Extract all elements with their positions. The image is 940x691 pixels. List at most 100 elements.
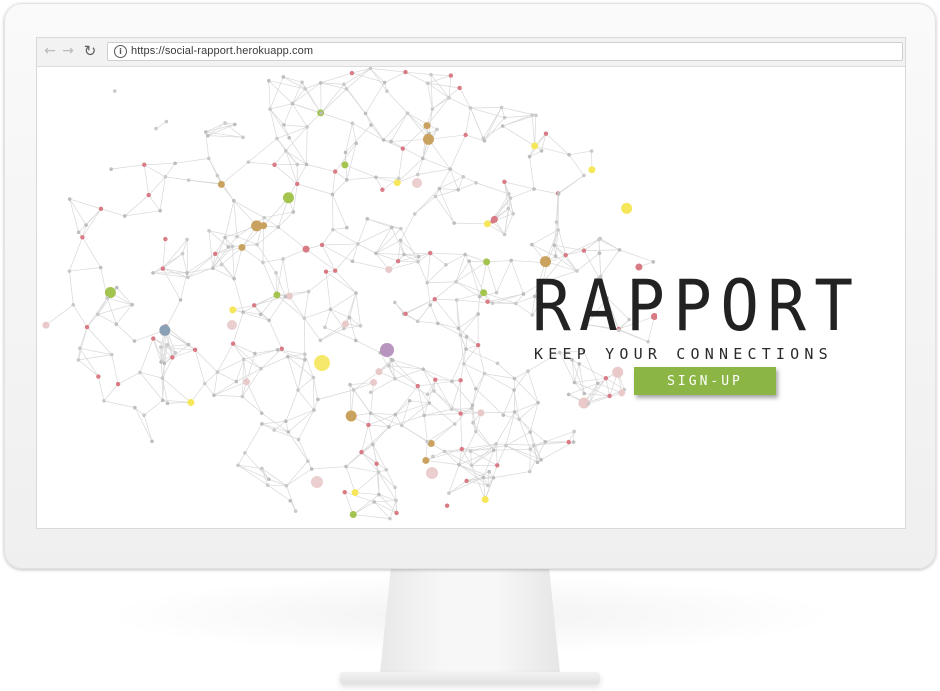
network-edge	[448, 480, 467, 494]
network-node	[444, 503, 450, 508]
network-node	[345, 225, 349, 230]
network-edge	[365, 113, 372, 126]
network-node	[185, 271, 189, 275]
network-edge	[320, 84, 345, 114]
network-edge	[449, 134, 466, 170]
network-node	[186, 178, 191, 182]
network-node	[442, 449, 447, 454]
network-edge	[434, 298, 457, 301]
network-edge	[353, 494, 380, 515]
network-edge	[496, 445, 507, 466]
network-edge	[276, 126, 308, 139]
forward-arrow-icon[interactable]: →	[59, 42, 77, 60]
network-node	[223, 121, 227, 125]
network-node	[530, 113, 534, 117]
network-node	[428, 250, 433, 256]
network-node	[283, 149, 288, 153]
network-edge	[268, 80, 271, 110]
network-node	[109, 352, 114, 357]
network-edge	[236, 236, 258, 245]
network-node	[241, 357, 246, 362]
network-hub-node	[311, 476, 323, 488]
network-node	[502, 232, 507, 237]
network-edge	[435, 379, 461, 381]
network-node	[243, 451, 247, 455]
network-node	[399, 423, 404, 428]
network-edge	[324, 326, 356, 341]
network-node	[295, 162, 300, 167]
browser-toolbar: ← → ↻ i https://social-rapport.herokuapp…	[37, 38, 905, 67]
network-edge	[332, 179, 348, 195]
network-node	[282, 192, 294, 204]
network-edge	[470, 107, 485, 142]
network-node	[260, 422, 264, 426]
network-node	[475, 342, 481, 348]
network-node	[255, 242, 259, 247]
network-node	[387, 363, 391, 368]
network-edge	[212, 267, 235, 280]
network-node	[368, 390, 373, 395]
network-edge	[352, 123, 357, 144]
network-node	[170, 355, 175, 360]
network-edge	[352, 243, 359, 262]
network-edge	[86, 314, 99, 328]
network-edge	[465, 107, 471, 135]
network-edge	[345, 466, 356, 493]
network-edge	[402, 125, 428, 149]
network-edge	[372, 426, 390, 445]
network-edge	[355, 492, 379, 495]
signup-button[interactable]: SIGN-UP	[634, 367, 776, 395]
network-node	[186, 275, 190, 280]
network-node	[268, 107, 272, 111]
network-edge	[429, 304, 439, 324]
network-node	[102, 399, 106, 403]
network-edge	[116, 287, 133, 305]
network-node	[435, 127, 439, 132]
network-node	[447, 491, 451, 495]
network-edge	[107, 297, 133, 306]
network-node	[536, 400, 540, 405]
network-node	[384, 467, 389, 472]
network-edge	[365, 113, 384, 141]
network-node	[293, 509, 298, 513]
network-edge	[455, 260, 470, 282]
network-node	[422, 456, 430, 464]
network-node	[290, 101, 295, 106]
network-edge	[286, 485, 296, 512]
network-node	[115, 381, 121, 387]
back-arrow-icon[interactable]: ←	[41, 42, 59, 60]
network-edge	[493, 448, 531, 451]
network-edge	[232, 246, 235, 279]
network-edge	[262, 262, 278, 296]
network-node	[266, 78, 271, 83]
network-edge	[417, 261, 428, 283]
network-node	[502, 115, 507, 120]
network-node	[303, 86, 307, 91]
network-node	[507, 192, 511, 196]
network-node	[241, 310, 245, 314]
network-edge	[529, 156, 535, 190]
network-edge	[343, 68, 371, 85]
network-node	[349, 70, 355, 76]
network-edge	[69, 198, 87, 226]
network-node	[207, 229, 211, 233]
network-node	[275, 347, 280, 352]
network-edge	[97, 304, 133, 315]
network-edge	[368, 424, 374, 445]
network-node	[295, 181, 300, 187]
network-node	[231, 198, 236, 203]
network-node	[393, 412, 398, 417]
network-node	[122, 214, 127, 218]
url-text[interactable]: https://social-rapport.herokuapp.com	[131, 45, 313, 57]
network-node	[211, 266, 215, 271]
network-edge	[510, 260, 524, 295]
address-bar[interactable]: i https://social-rapport.herokuapp.com	[107, 42, 903, 61]
network-node	[281, 75, 286, 79]
network-node	[485, 299, 490, 304]
network-edge	[187, 264, 222, 278]
network-node	[553, 254, 558, 259]
reload-icon[interactable]: ↻	[81, 42, 99, 60]
network-node	[67, 197, 72, 201]
site-info-icon[interactable]: i	[114, 45, 127, 58]
network-node	[511, 211, 516, 216]
